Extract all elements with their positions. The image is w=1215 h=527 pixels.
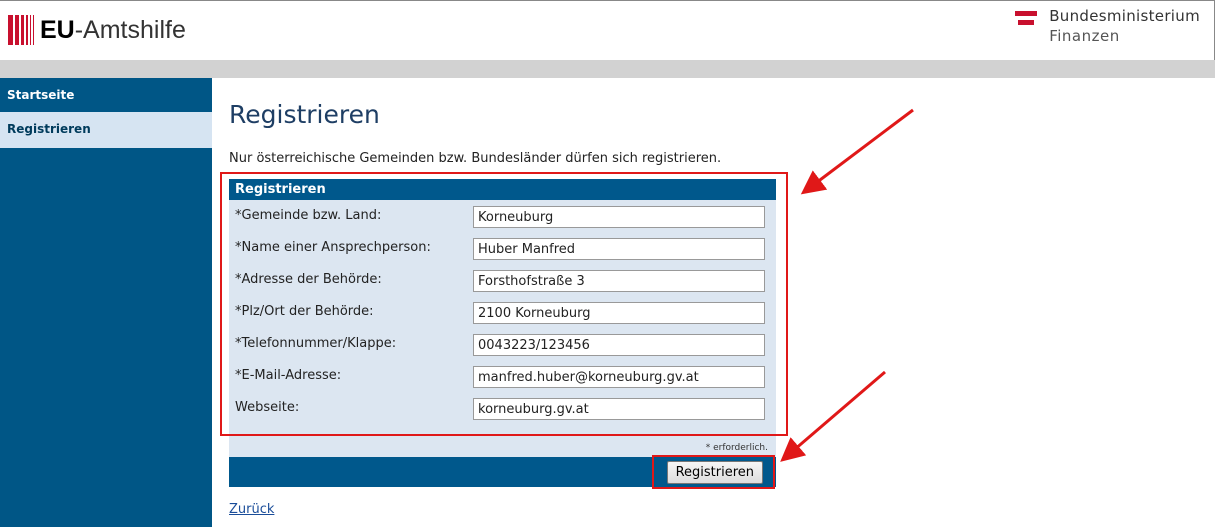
intro-text: Nur österreichische Gemeinden bzw. Bunde… [229, 151, 722, 166]
austria-flag-icon [1015, 11, 1038, 29]
page-header: EU-Amtshilfe Bundesministerium Finanzen [0, 0, 1215, 60]
ministry-name: Bundesministerium [1049, 7, 1200, 25]
highlight-form-fields [220, 172, 788, 436]
sidebar-item-startseite[interactable]: Startseite [0, 78, 212, 112]
sidebar: Startseite Registrieren [0, 78, 212, 527]
highlight-submit-button [652, 455, 775, 489]
arrow-to-form-icon [800, 108, 914, 195]
sidebar-item-registrieren[interactable]: Registrieren [0, 112, 212, 148]
page-title: Registrieren [229, 100, 380, 129]
logo-text: EU-Amtshilfe [40, 15, 186, 44]
required-note: * erforderlich. [705, 443, 768, 453]
logo-bars-icon [8, 15, 34, 45]
header-divider-bar [0, 60, 1215, 78]
back-link[interactable]: Zurück [229, 502, 274, 517]
ministry-department: Finanzen [1049, 27, 1120, 45]
ministry-logo[interactable]: Bundesministerium Finanzen [1015, 7, 1200, 45]
arrow-to-button-icon [780, 370, 886, 462]
eu-amtshilfe-logo[interactable]: EU-Amtshilfe [8, 13, 186, 47]
